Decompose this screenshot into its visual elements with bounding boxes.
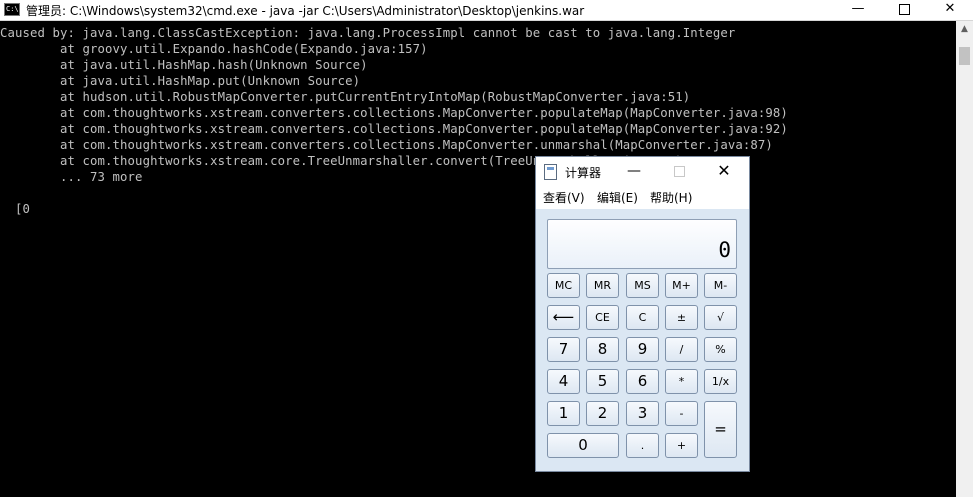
maximize-icon [898,4,910,15]
calculator-window[interactable]: 计算器 — ✕ 查看(V) 编辑(E) 帮助(H) 0 MC MR MS M+ … [535,156,750,472]
digit-1-button[interactable]: 1 [547,401,580,426]
digit-8-button[interactable]: 8 [586,337,619,362]
multiply-button[interactable]: * [665,369,698,394]
scroll-up-arrow-icon[interactable]: ▲ [956,21,973,38]
digit-5-button[interactable]: 5 [586,369,619,394]
digit-3-button[interactable]: 3 [626,401,659,426]
digit-6-button[interactable]: 6 [626,369,659,394]
calculator-icon [544,164,557,180]
cmd-maximize-button[interactable] [881,0,927,20]
clear-button[interactable]: C [626,305,659,330]
percent-button[interactable]: % [704,337,737,362]
m-minus-button[interactable]: M- [704,273,737,298]
console-line: at java.util.HashMap.hash(Unknown Source… [0,58,368,72]
calculator-close-button[interactable]: ✕ [714,161,734,181]
calculator-titlebar[interactable]: 计算器 — ✕ [536,157,749,185]
cmd-minimize-button[interactable]: — [835,0,881,20]
menu-help[interactable]: 帮助(H) [650,189,692,206]
console-line: at com.thoughtworks.xstream.converters.c… [0,106,788,120]
cmd-window-title: 管理员: C:\Windows\system32\cmd.exe - java … [26,4,585,18]
menu-view[interactable]: 查看(V) [543,189,585,206]
mc-button[interactable]: MC [547,273,580,298]
digit-0-button[interactable]: 0 [547,433,619,458]
digit-7-button[interactable]: 7 [547,337,580,362]
vertical-scrollbar[interactable]: ▲ [956,21,973,497]
maximize-icon [674,166,685,177]
divide-button[interactable]: / [665,337,698,362]
plus-minus-button[interactable]: ± [665,305,698,330]
backspace-button[interactable]: ⟵ [547,305,580,330]
console-line: at com.thoughtworks.xstream.converters.c… [0,138,773,152]
cmd-close-button[interactable]: ✕ [927,0,973,20]
calculator-menubar: 查看(V) 编辑(E) 帮助(H) [536,185,749,209]
console-line: at java.util.HashMap.put(Unknown Source) [0,74,361,88]
digit-4-button[interactable]: 4 [547,369,580,394]
console-line: [0 [0,202,31,216]
minus-button[interactable]: - [665,401,698,426]
menu-edit[interactable]: 编辑(E) [597,189,638,206]
digit-9-button[interactable]: 9 [626,337,659,362]
console-line: at com.thoughtworks.xstream.converters.c… [0,122,788,136]
console-line: at hudson.util.RobustMapConverter.putCur… [0,90,691,104]
calculator-display: 0 [547,219,737,269]
console-line: ... 73 more [0,170,143,184]
scroll-thumb[interactable] [959,47,970,65]
cmd-icon-label: C:\ [6,5,19,13]
calculator-title: 计算器 [565,166,602,180]
console-line: Caused by: java.lang.ClassCastException:… [0,26,736,40]
ce-button[interactable]: CE [586,305,619,330]
calculator-maximize-button [669,161,689,181]
cmd-titlebar[interactable]: C:\ 管理员: C:\Windows\system32\cmd.exe - j… [0,0,973,21]
digit-2-button[interactable]: 2 [586,401,619,426]
console-output[interactable]: Caused by: java.lang.ClassCastException:… [0,25,956,497]
mr-button[interactable]: MR [586,273,619,298]
m-plus-button[interactable]: M+ [665,273,698,298]
plus-button[interactable]: + [665,433,698,458]
cmd-icon: C:\ [4,3,20,16]
decimal-button[interactable]: . [626,433,659,458]
ms-button[interactable]: MS [626,273,659,298]
equals-button[interactable]: = [704,401,737,458]
square-root-button[interactable]: √ [704,305,737,330]
calculator-minimize-button[interactable]: — [624,161,644,181]
display-value: 0 [718,238,731,262]
console-line: at groovy.util.Expando.hashCode(Expando.… [0,42,428,56]
reciprocal-button[interactable]: 1/x [704,369,737,394]
